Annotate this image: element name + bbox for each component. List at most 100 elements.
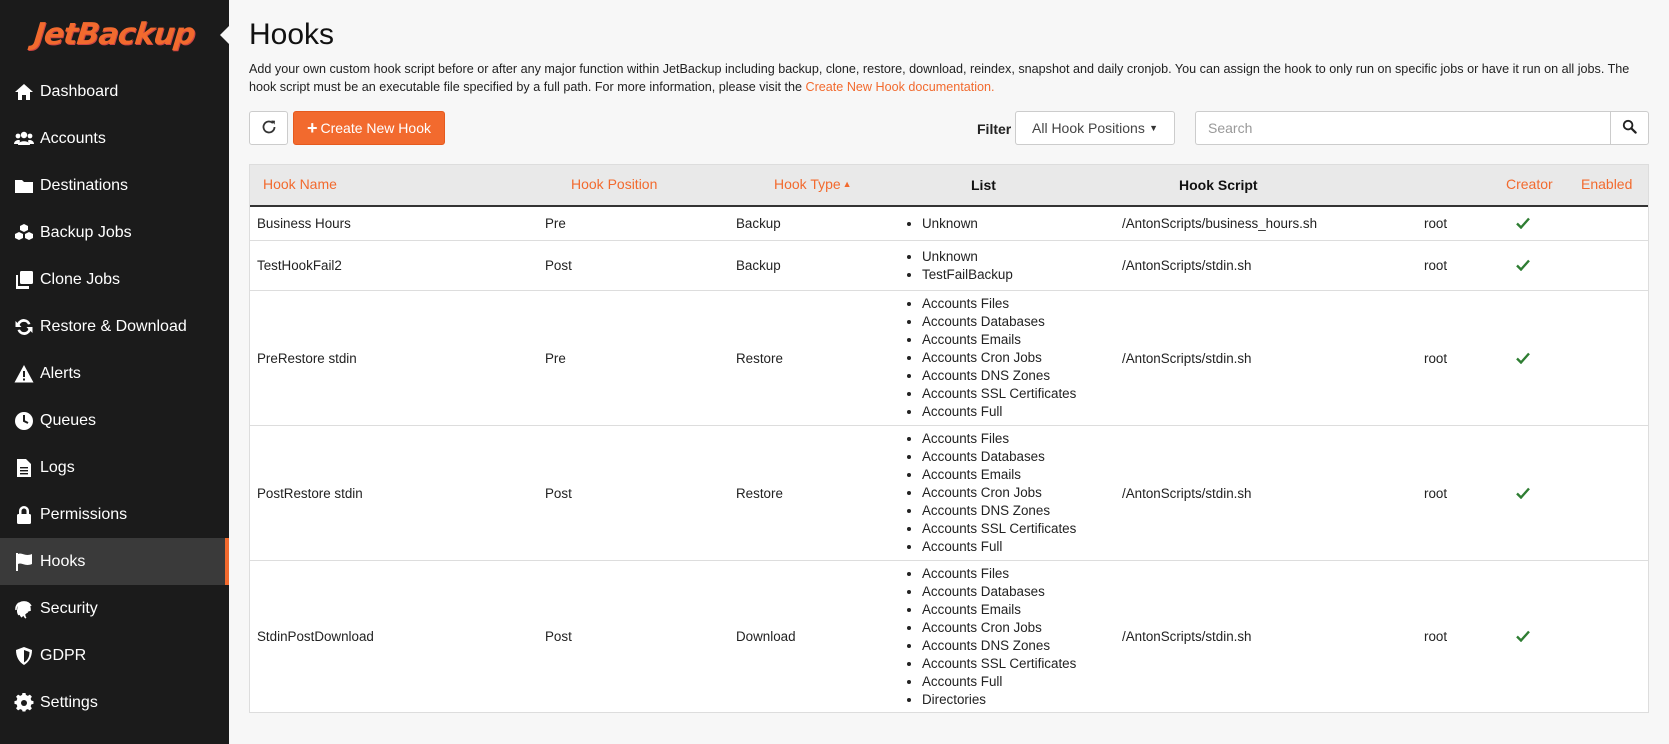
documentation-link[interactable]: Create New Hook documentation.: [806, 80, 995, 94]
check-icon[interactable]: [1516, 487, 1530, 502]
sidebar-item-destinations[interactable]: Destinations: [0, 162, 229, 209]
list-item: Accounts SSL Certificates: [922, 655, 1076, 673]
header-creator[interactable]: Creator: [1506, 176, 1553, 192]
table-row[interactable]: PreRestore stdin Pre Restore Accounts Files…: [250, 291, 1648, 426]
filter-selected-value: All Hook Positions: [1032, 120, 1145, 136]
table-row[interactable]: Business Hours Pre Backup Unknown/AntonScri…: [250, 207, 1648, 241]
sidebar-item-label: Hooks: [40, 552, 86, 570]
cell-hook-script: /AntonScripts/business_hours.sh: [1122, 216, 1318, 231]
sidebar-item-label: Alerts: [40, 364, 81, 382]
list-item: Accounts SSL Certificates: [922, 520, 1076, 538]
sidebar-item-label: Accounts: [40, 129, 106, 147]
page-description: Add your own custom hook script before o…: [249, 60, 1649, 96]
sidebar-item-label: Security: [40, 599, 98, 617]
header-list: List: [971, 177, 996, 193]
create-new-hook-label: Create New Hook: [320, 120, 432, 136]
logo[interactable]: JetBackup: [0, 0, 229, 68]
job-list: UnknownTestFailBackup: [906, 248, 1013, 284]
cell-creator: root: [1424, 216, 1448, 231]
cell-hook-type: Backup: [736, 258, 781, 273]
users-icon: [14, 128, 38, 150]
sidebar-item-label: Backup Jobs: [40, 223, 132, 241]
sidebar-item-label: Logs: [40, 458, 75, 476]
cell-hook-script: /AntonScripts/stdin.sh: [1122, 350, 1252, 366]
gear-icon: [14, 692, 38, 714]
cell-hook-position: Pre: [545, 350, 566, 366]
cell-hook-name: StdinPostDownload: [257, 629, 374, 644]
sidebar-item-settings[interactable]: Settings: [0, 679, 229, 726]
sidebar-item-alerts[interactable]: Alerts: [0, 350, 229, 397]
sidebar-item-security[interactable]: Security: [0, 585, 229, 632]
list-item: Unknown: [922, 248, 1013, 266]
sidebar-item-label: Permissions: [40, 505, 128, 523]
sidebar-item-logs[interactable]: Logs: [0, 444, 229, 491]
sidebar-item-clone-jobs[interactable]: Clone Jobs: [0, 256, 229, 303]
sidebar-item-backup-jobs[interactable]: Backup Jobs: [0, 209, 229, 256]
header-enabled[interactable]: Enabled: [1581, 176, 1632, 192]
table-row[interactable]: StdinPostDownload Post Download Accounts Fi…: [250, 561, 1648, 713]
list-item: Accounts Emails: [922, 331, 1076, 349]
cell-list: UnknownTestFailBackup: [906, 241, 1013, 290]
cell-hook-type: Restore: [736, 350, 783, 366]
sidebar-item-hooks[interactable]: Hooks: [0, 538, 229, 585]
refresh-icon: [261, 119, 277, 138]
cell-list: Accounts FilesAccounts DatabasesAccounts…: [906, 561, 1076, 712]
hook-position-filter[interactable]: All Hook Positions ▼: [1015, 111, 1175, 145]
sidebar-item-accounts[interactable]: Accounts: [0, 115, 229, 162]
job-list: Accounts FilesAccounts DatabasesAccounts…: [906, 565, 1076, 709]
list-item: TestFailBackup: [922, 266, 1013, 284]
table-row[interactable]: PostRestore stdin Post Restore Accounts Fil…: [250, 426, 1648, 561]
header-hook-type-label: Hook Type: [774, 176, 841, 192]
sidebar-item-label: Dashboard: [40, 82, 119, 100]
warning-icon: [14, 363, 38, 385]
list-item: Accounts Databases: [922, 583, 1076, 601]
sidebar-item-queues[interactable]: Queues: [0, 397, 229, 444]
job-list: Accounts FilesAccounts DatabasesAccounts…: [906, 430, 1076, 556]
cell-hook-type: Download: [736, 629, 796, 644]
list-item: Accounts DNS Zones: [922, 502, 1076, 520]
sidebar-item-restore-download[interactable]: Restore & Download: [0, 303, 229, 350]
sidebar-item-dashboard[interactable]: Dashboard: [0, 68, 229, 115]
cell-hook-position: Post: [545, 485, 572, 501]
job-list: Unknown: [906, 215, 978, 233]
folder-icon: [14, 175, 38, 197]
toolbar: + Create New Hook Filter All Hook Positi…: [249, 111, 1649, 147]
cell-hook-name: TestHookFail2: [257, 258, 342, 273]
check-icon[interactable]: [1516, 352, 1530, 367]
shield-icon: [14, 645, 38, 667]
list-item: Accounts Cron Jobs: [922, 619, 1076, 637]
sidebar-item-label: Clone Jobs: [40, 270, 121, 288]
refresh-button[interactable]: [249, 111, 288, 145]
create-new-hook-button[interactable]: + Create New Hook: [293, 111, 445, 145]
cell-creator: root: [1424, 485, 1448, 501]
table-row[interactable]: TestHookFail2 Post Backup UnknownTestFailBa…: [250, 241, 1648, 291]
cell-list: Accounts FilesAccounts DatabasesAccounts…: [906, 291, 1076, 425]
sidebar: JetBackup Dashboard Accounts Destinations B…: [0, 0, 229, 744]
sidebar-item-label: GDPR: [40, 646, 87, 664]
plus-icon: +: [306, 118, 318, 138]
sync-icon: [14, 316, 38, 338]
header-hook-position[interactable]: Hook Position: [571, 176, 657, 192]
sidebar-item-permissions[interactable]: Permissions: [0, 491, 229, 538]
search-button[interactable]: [1610, 111, 1649, 145]
flag-icon: [14, 551, 38, 573]
cell-hook-name: PostRestore stdin: [257, 485, 363, 501]
table-header: Hook Name Hook Position Hook Type ▲ List …: [250, 165, 1648, 207]
header-hook-script: Hook Script: [1179, 177, 1258, 193]
search-input[interactable]: [1195, 111, 1610, 145]
sidebar-item-gdpr[interactable]: GDPR: [0, 632, 229, 679]
check-icon[interactable]: [1516, 630, 1530, 645]
cell-hook-position: Post: [545, 629, 572, 644]
check-icon[interactable]: [1516, 259, 1530, 274]
clock-icon: [14, 410, 38, 432]
check-icon[interactable]: [1516, 217, 1530, 232]
list-item: Accounts Emails: [922, 601, 1076, 619]
list-item: Accounts Full: [922, 403, 1076, 421]
file-icon: [14, 457, 38, 479]
list-item: Accounts Full: [922, 673, 1076, 691]
list-item: Accounts Emails: [922, 466, 1076, 484]
fingerprint-icon: [14, 598, 38, 620]
header-hook-name[interactable]: Hook Name: [263, 176, 337, 192]
cell-hook-type: Backup: [736, 216, 781, 231]
header-hook-type[interactable]: Hook Type ▲: [774, 176, 852, 192]
